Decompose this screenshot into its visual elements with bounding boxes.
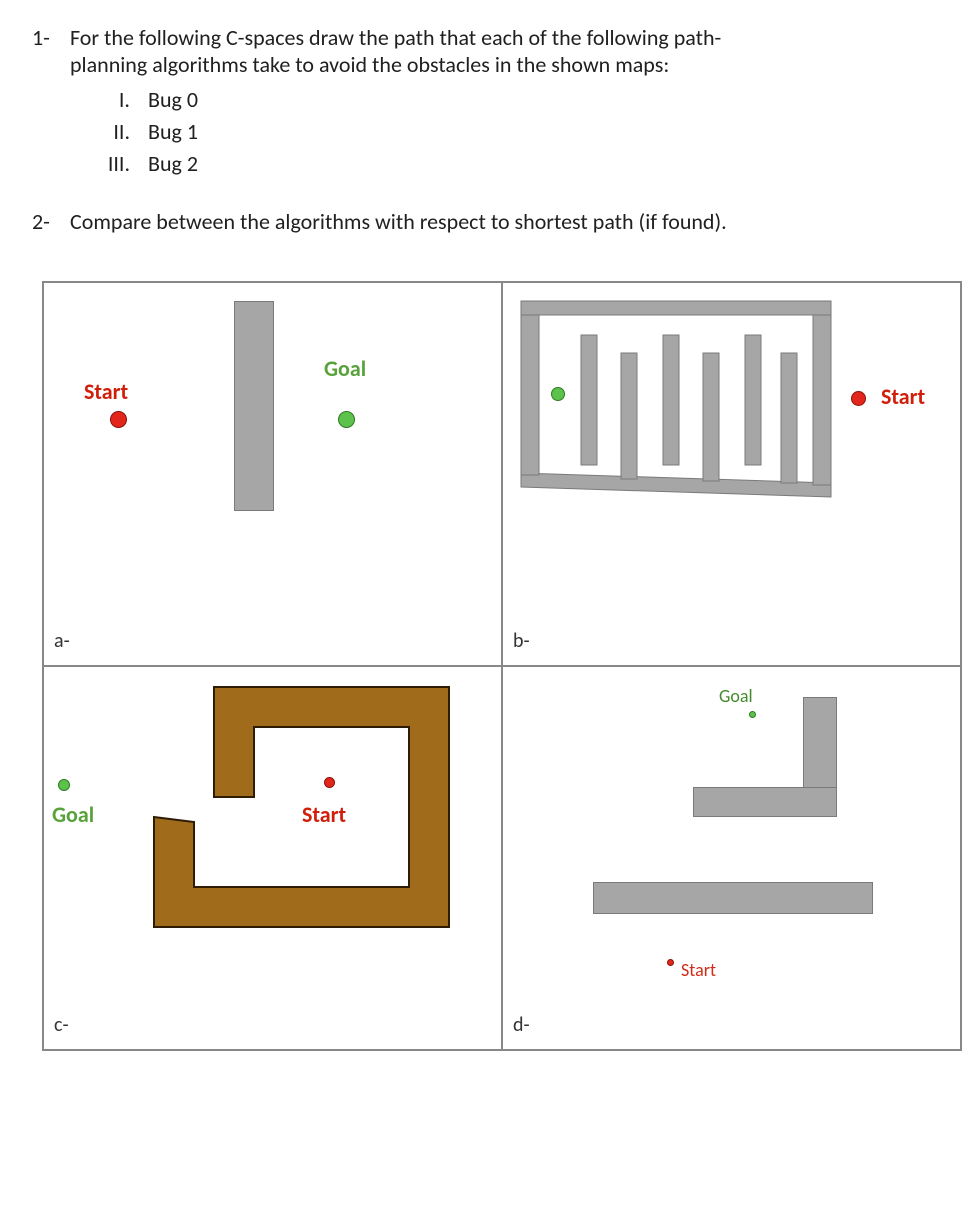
cell-b-start-label: Start [881, 383, 925, 410]
q1-item-1-roman: I. [92, 84, 148, 116]
cell-d-obstacle-l-horz [693, 787, 837, 817]
cell-d-label: d- [513, 1013, 530, 1037]
q1-number: 1- [32, 24, 70, 180]
cell-a-start-dot [110, 411, 127, 428]
cell-c-start-dot [324, 777, 335, 788]
cell-d-goal-label: Goal [719, 685, 753, 707]
cell-c-start-label: Start [302, 801, 346, 828]
cell-b-goal-dot [551, 387, 565, 401]
cell-a-goal-dot [338, 411, 355, 428]
q1-item-3-label: Bug 2 [148, 148, 198, 180]
q1-item-1: I. Bug 0 [92, 84, 941, 116]
q1-item-1-label: Bug 0 [148, 84, 198, 116]
cell-d-start-dot [667, 959, 674, 966]
cell-a-obstacle [234, 301, 274, 511]
cell-b: Start b- [502, 282, 961, 666]
map-grid: Start Goal a- [42, 281, 962, 1051]
cell-d-obstacle-bar [593, 882, 873, 914]
q1-item-3-roman: III. [92, 148, 148, 180]
q2-text: Compare between the algorithms with resp… [70, 208, 941, 235]
cell-d-goal-dot [749, 711, 756, 718]
cell-c-obstacle [44, 667, 502, 1050]
question-2: 2- Compare between the algorithms with r… [32, 208, 941, 235]
cell-a: Start Goal a- [43, 282, 502, 666]
q2-number: 2- [32, 208, 70, 235]
cell-b-obstacle [503, 283, 961, 666]
cell-c-goal-dot [58, 779, 70, 791]
cell-b-start-dot [851, 391, 866, 406]
cell-c: Goal Start c- [43, 666, 502, 1050]
cell-a-start-label: Start [84, 378, 128, 405]
q1-item-2-roman: II. [92, 116, 148, 148]
cell-a-label: a- [54, 629, 70, 653]
q1-item-2-label: Bug 1 [148, 116, 198, 148]
q1-text-line2: planning algorithms take to avoid the ob… [70, 51, 669, 78]
cell-c-goal-label: Goal [52, 801, 94, 828]
question-1: 1- For the following C-spaces draw the p… [32, 24, 941, 180]
cell-d: Goal Start d- [502, 666, 961, 1050]
cell-d-start-label: Start [681, 959, 716, 981]
q1-item-2: II. Bug 1 [92, 116, 941, 148]
cell-a-goal-label: Goal [324, 355, 366, 382]
q1-text-line1: For the following C-spaces draw the path… [70, 24, 721, 51]
cell-b-label: b- [513, 629, 530, 653]
q1-body: For the following C-spaces draw the path… [70, 24, 941, 180]
cell-c-label: c- [54, 1013, 69, 1037]
q1-sublist: I. Bug 0 II. Bug 1 III. Bug 2 [70, 84, 941, 180]
q1-item-3: III. Bug 2 [92, 148, 941, 180]
